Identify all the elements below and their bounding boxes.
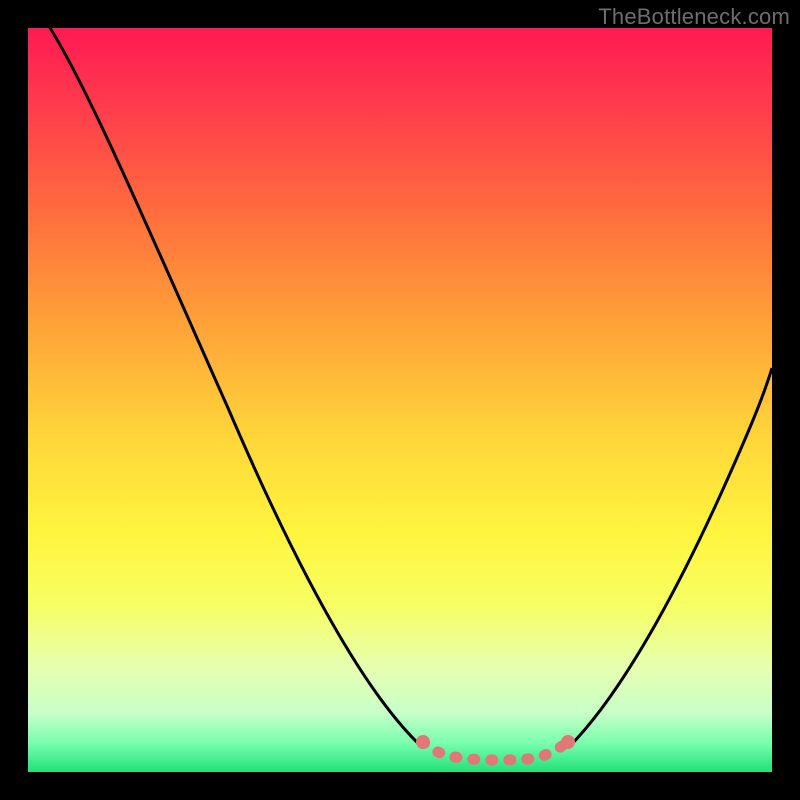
- plot-area: [28, 28, 772, 772]
- chart-frame: TheBottleneck.com: [0, 0, 800, 800]
- curve-left-path: [50, 28, 423, 748]
- floor-dots-path: [423, 742, 568, 760]
- watermark-label: TheBottleneck.com: [598, 4, 790, 30]
- chart-overlay: [28, 28, 772, 772]
- floor-dot-end: [561, 735, 575, 749]
- curve-right-path: [568, 368, 772, 748]
- floor-dot-start: [416, 735, 430, 749]
